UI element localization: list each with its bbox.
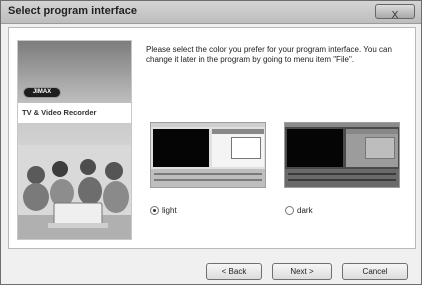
window-title: Select program interface	[8, 5, 137, 17]
close-button[interactable]: X	[375, 4, 415, 21]
radio-light-label: light	[162, 206, 177, 215]
next-button[interactable]: Next >	[272, 263, 332, 280]
brand-logo: JIMAX	[23, 87, 61, 98]
preview-timeline	[285, 169, 399, 187]
preview-video-area	[153, 129, 209, 167]
preview-track	[288, 179, 396, 181]
preview-track	[154, 173, 262, 175]
radio-dark-indicator[interactable]	[285, 206, 294, 215]
instruction-text: Please select the color you prefer for y…	[146, 45, 392, 64]
family-photo	[18, 145, 131, 239]
cancel-button[interactable]: Cancel	[342, 263, 408, 280]
dialog-window: Select program interface X JIMAX TV & Vi…	[0, 0, 422, 285]
radio-dark[interactable]: dark	[285, 206, 313, 215]
radio-dark-label: dark	[297, 206, 313, 215]
dark-theme-preview[interactable]	[284, 122, 400, 188]
preview-track	[288, 173, 396, 175]
back-button[interactable]: < Back	[206, 263, 262, 280]
preview-panel-header	[346, 129, 398, 134]
close-icon: X	[391, 10, 399, 21]
preview-track	[154, 179, 262, 181]
preview-dialog	[365, 137, 395, 159]
preview-menubar	[285, 123, 399, 127]
preview-dialog	[231, 137, 261, 159]
preview-panel-header	[212, 129, 264, 134]
preview-timeline	[151, 169, 265, 187]
preview-menubar	[151, 123, 265, 127]
product-label-box: TV & Video Recorder	[18, 103, 131, 123]
side-banner: JIMAX TV & Video Recorder	[17, 40, 132, 240]
content-panel: JIMAX TV & Video Recorder Please select	[8, 27, 416, 249]
brand-logo-text: JIMAX	[32, 89, 52, 95]
radio-light[interactable]: light	[150, 206, 177, 215]
title-bar: Select program interface X	[1, 1, 421, 24]
preview-video-area	[287, 129, 343, 167]
product-label: TV & Video Recorder	[22, 108, 97, 117]
light-theme-preview[interactable]	[150, 122, 266, 188]
radio-light-indicator[interactable]	[150, 206, 159, 215]
